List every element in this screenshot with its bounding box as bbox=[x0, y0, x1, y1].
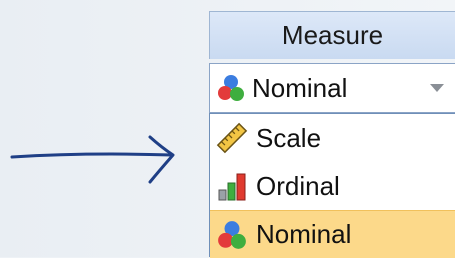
dropdown-arrow-button[interactable] bbox=[419, 64, 455, 112]
option-ordinal[interactable]: Ordinal bbox=[210, 162, 455, 210]
column-header-label: Measure bbox=[281, 20, 384, 50]
nominal-icon bbox=[218, 75, 244, 101]
option-scale[interactable]: Scale bbox=[210, 114, 455, 162]
column-header-measure[interactable]: Measure bbox=[209, 11, 455, 59]
ordinal-bars-icon bbox=[218, 173, 246, 201]
combo-value: Nominal bbox=[252, 72, 348, 103]
measure-dropdown-list: Scale Ordinal Nominal bbox=[209, 113, 455, 258]
option-label: Nominal bbox=[256, 219, 352, 249]
measure-combobox[interactable]: Nominal bbox=[209, 63, 455, 113]
nominal-icon bbox=[218, 220, 246, 249]
option-label: Ordinal bbox=[256, 170, 340, 201]
option-nominal[interactable]: Nominal bbox=[210, 210, 455, 258]
scale-ruler-icon bbox=[216, 122, 248, 154]
option-label: Scale bbox=[256, 122, 322, 153]
chevron-down-icon bbox=[430, 84, 444, 92]
